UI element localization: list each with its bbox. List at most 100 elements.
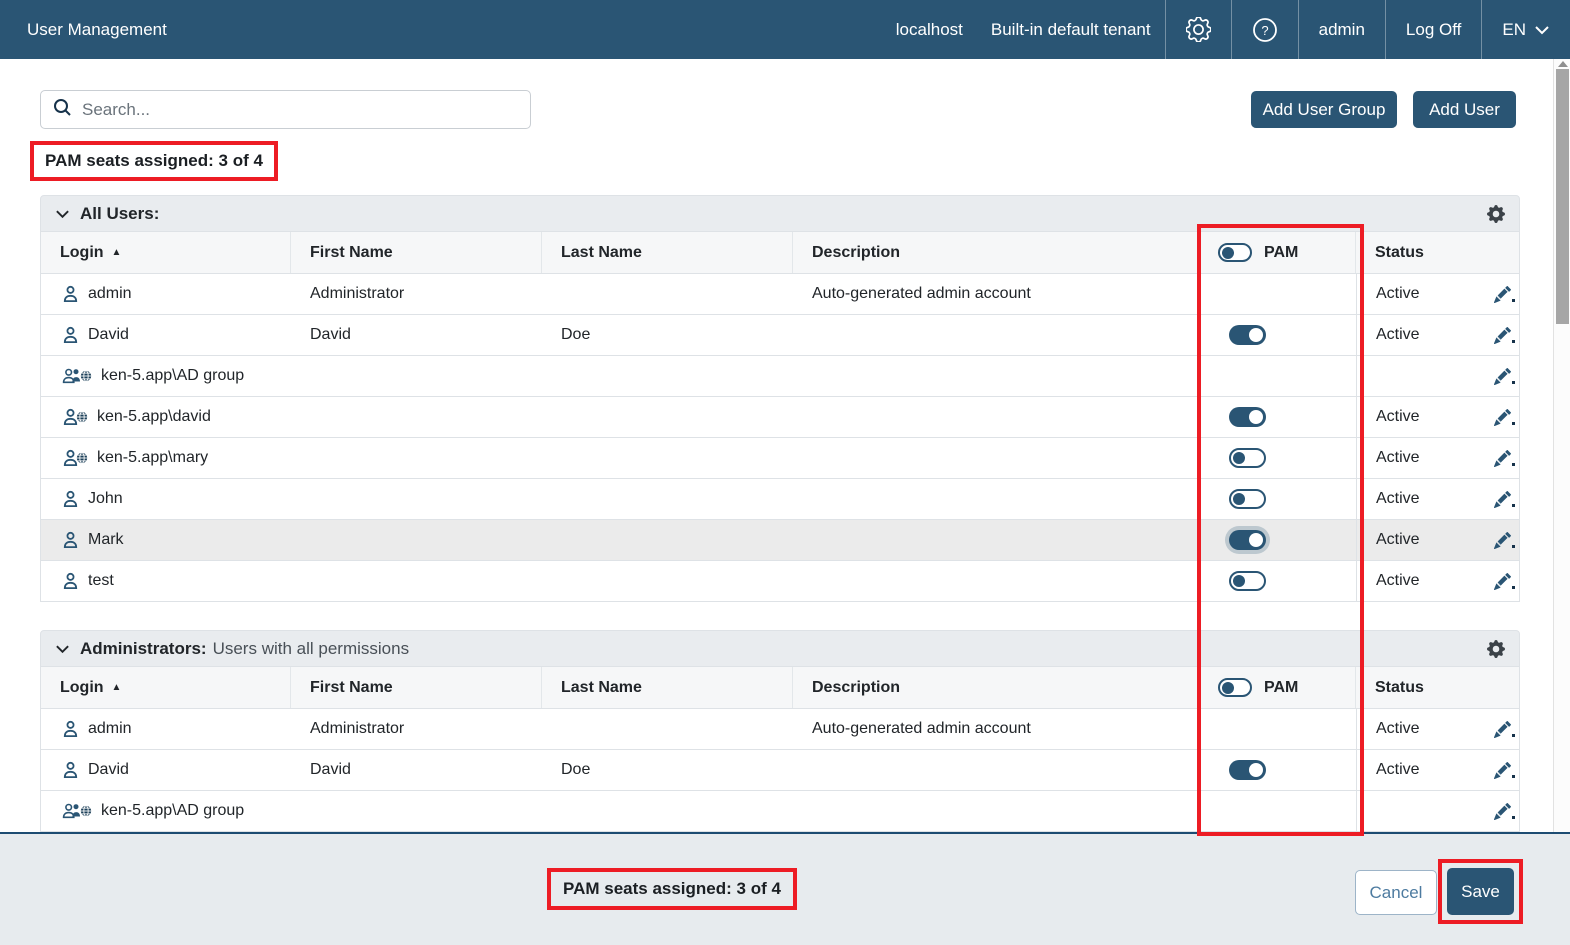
status-cell: Active [1356,479,1521,519]
user-management-page: User Management localhost Built-in defau… [0,0,1570,945]
help-button[interactable]: ? [1231,0,1298,59]
first-name-cell [291,438,542,478]
chevron-down-icon[interactable] [55,644,70,654]
save-button[interactable]: Save [1447,868,1514,915]
edit-button[interactable] [1494,286,1515,303]
pam-cell [1199,520,1356,560]
edit-button[interactable] [1494,368,1515,385]
column-header-first-name[interactable]: First Name [291,232,542,273]
table-row[interactable]: David David Doe Active [41,750,1519,791]
pam-toggle[interactable] [1229,489,1266,509]
column-header-status[interactable]: Status [1356,667,1521,708]
last-name-cell: Doe [542,750,793,790]
footer-bar: PAM seats assigned: 3 of 4 Cancel Save [0,832,1570,945]
edit-button[interactable] [1494,491,1515,508]
help-icon: ? [1252,17,1278,43]
column-header-last-name[interactable]: Last Name [542,667,793,708]
vertical-scrollbar[interactable] [1553,59,1570,832]
pam-toggle[interactable] [1229,325,1266,345]
edit-button[interactable] [1494,450,1515,467]
save-button-highlight: Save [1438,859,1523,924]
add-user-group-button[interactable]: Add User Group [1251,91,1397,128]
pam-toggle[interactable] [1229,760,1266,780]
column-header-description[interactable]: Description [793,232,1199,273]
pam-column-toggle[interactable] [1218,678,1252,697]
edit-button[interactable] [1494,532,1515,549]
add-user-button[interactable]: Add User [1413,91,1516,128]
column-header-login[interactable]: Login▲ [41,232,291,273]
settings-button[interactable] [1165,0,1231,59]
pam-toggle[interactable] [1229,571,1266,591]
description-cell [793,791,1199,831]
section-subtitle: Users with all permissions [213,639,410,659]
gear-icon [1186,17,1211,42]
table-header-row: Login▲ First Name Last Name Description … [40,232,1520,274]
pam-toggle[interactable] [1229,530,1266,550]
table-row[interactable]: John Active [41,479,1519,520]
table-row[interactable]: ken-5.app\david Active [41,397,1519,438]
description-cell [793,479,1199,519]
table-row[interactable]: ken-5.app\mary Active [41,438,1519,479]
pam-cell [1199,791,1356,831]
column-header-pam: PAM [1199,232,1356,273]
edit-dot [1512,422,1515,425]
scroll-up-arrow-icon[interactable] [1558,61,1568,67]
table-row[interactable]: ken-5.app\AD group [41,356,1519,397]
table-row[interactable]: Mark Active [41,520,1519,561]
first-name-cell [291,356,542,396]
section-header[interactable]: Administrators: Users with all permissio… [40,630,1520,667]
pam-column-toggle[interactable] [1218,243,1252,262]
column-header-description[interactable]: Description [793,667,1199,708]
domain-group-icon [62,367,92,385]
column-header-last-name[interactable]: Last Name [542,232,793,273]
first-name-cell: Administrator [291,709,542,749]
scrollbar-thumb[interactable] [1556,69,1569,324]
status-cell: Active [1356,438,1521,478]
pam-toggle[interactable] [1229,448,1266,468]
login-label: ken-5.app\AD group [101,367,244,385]
description-cell [793,356,1199,396]
section-title: All Users: [80,204,159,224]
table-row[interactable]: admin Administrator Auto-generated admin… [41,274,1519,315]
column-header-first-name[interactable]: First Name [291,667,542,708]
account-label: admin [1319,20,1365,40]
table-row[interactable]: David David Doe Active [41,315,1519,356]
chevron-down-icon[interactable] [55,209,70,219]
first-name-cell: Administrator [291,274,542,314]
edit-button[interactable] [1494,762,1515,779]
table-row[interactable]: test Active [41,561,1519,602]
column-header-status[interactable]: Status [1356,232,1521,273]
language-selector[interactable]: EN [1481,0,1570,59]
login-label: David [88,326,129,344]
section-gear-icon[interactable] [1487,205,1505,223]
edit-button[interactable] [1494,409,1515,426]
last-name-cell: Doe [542,315,793,355]
edit-dot [1512,816,1515,819]
status-cell [1356,356,1521,396]
account-menu[interactable]: admin [1298,0,1385,59]
section-gear-icon[interactable] [1487,640,1505,658]
status-cell: Active [1356,397,1521,437]
edit-button[interactable] [1494,721,1515,738]
last-name-cell [542,479,793,519]
login-label: admin [88,285,132,303]
table-row[interactable]: admin Administrator Auto-generated admin… [41,709,1519,750]
pam-cell [1199,356,1356,396]
last-name-cell [542,709,793,749]
first-name-cell [291,397,542,437]
search-input[interactable] [82,100,518,120]
pam-toggle[interactable] [1229,407,1266,427]
table-row[interactable]: ken-5.app\AD group [41,791,1519,832]
cancel-button[interactable]: Cancel [1355,870,1437,915]
edit-button[interactable] [1494,803,1515,820]
edit-dot [1512,545,1515,548]
section-header[interactable]: All Users: [40,195,1520,232]
pam-cell [1199,479,1356,519]
login-label: John [88,490,123,508]
edit-button[interactable] [1494,573,1515,590]
status-label: Active [1376,720,1420,738]
edit-button[interactable] [1494,327,1515,344]
column-header-login[interactable]: Login▲ [41,667,291,708]
log-off-button[interactable]: Log Off [1385,0,1481,59]
last-name-cell [542,274,793,314]
